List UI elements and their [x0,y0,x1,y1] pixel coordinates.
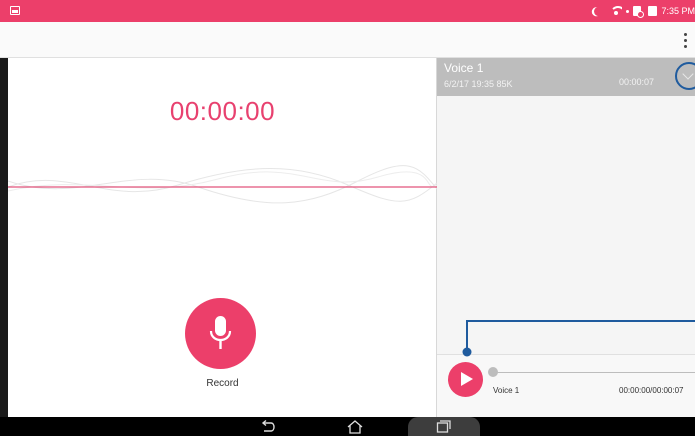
chevron-down-icon[interactable] [675,62,695,90]
recording-meta: 6/2/17 19:35 85K [444,79,513,89]
navigation-bar [0,417,695,436]
left-edge [0,58,8,417]
waveform [8,165,437,204]
action-bar [0,22,695,58]
wifi-icon [610,6,623,16]
do-not-disturb-icon [593,5,605,17]
player-bar: Voice 1 00:00:00/00:00:07 [437,354,695,417]
mic-icon [209,316,232,349]
back-icon[interactable] [258,419,278,434]
sim-icon [633,6,645,18]
more-vert-icon[interactable] [678,30,692,50]
recording-duration: 00:00:07 [619,77,655,87]
player-title: Voice 1 [493,386,520,395]
status-icons: 7:35 PM [594,4,695,18]
separator-dot-icon [626,9,630,13]
recording-timer: 00:00:00 [169,96,276,126]
recordings-panel: Voice 1 6/2/17 19:35 85K 00:00:07 Voice … [437,58,695,417]
home-icon[interactable] [345,419,365,434]
recents-icon[interactable] [433,419,453,434]
battery-icon [648,6,658,16]
recorder-panel: 00:00:00 Record [8,58,437,417]
seek-bar[interactable] [493,372,695,373]
record-label: Record [206,378,239,389]
notification-icon [10,6,20,15]
record-button[interactable] [185,298,256,369]
status-time: 7:35 PM [661,6,695,16]
status-bar: 7:35 PM [0,0,695,22]
player-time: 00:00:00/00:00:07 [619,386,684,395]
play-icon[interactable] [448,362,483,397]
list-item[interactable]: Voice 1 6/2/17 19:35 85K 00:00:07 [437,58,695,96]
seek-thumb[interactable] [488,367,498,377]
recording-title: Voice 1 [444,61,484,75]
